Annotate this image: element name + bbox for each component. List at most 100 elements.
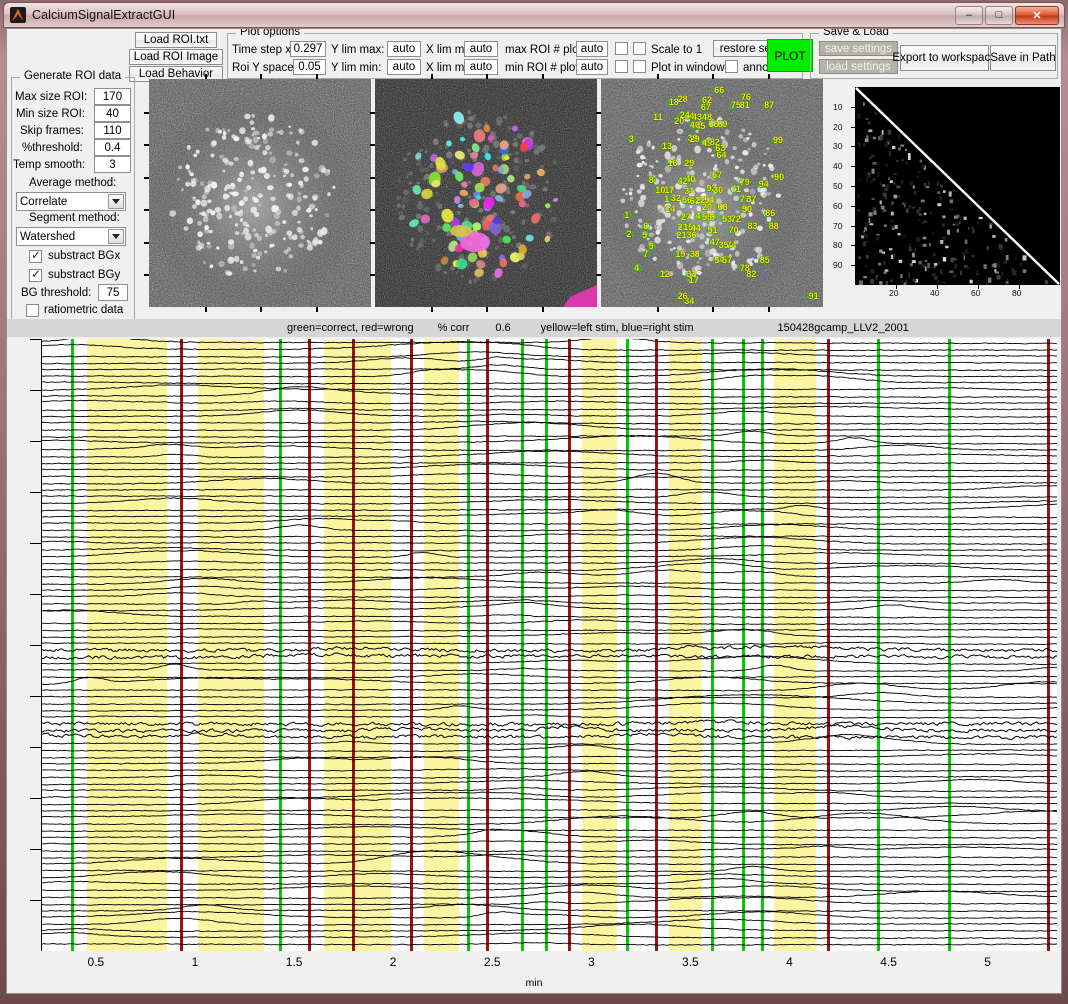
pct-threshold-label: %threshold: — [22, 142, 83, 154]
correlation-x-tickmark — [1019, 285, 1020, 289]
correlation-matrix-image[interactable] — [855, 87, 1060, 288]
skip-frames-input[interactable] — [94, 122, 131, 139]
roi-traces — [42, 339, 1057, 951]
image-y-tickmark — [144, 209, 149, 211]
roi-label: 70 — [728, 225, 739, 236]
trace-axes[interactable] — [41, 339, 1057, 951]
temp-smooth-label: Temp smooth: — [13, 159, 86, 171]
image-y-tickmark — [370, 274, 375, 276]
y-lim-max-input[interactable] — [387, 41, 421, 57]
close-button[interactable]: ✕ — [1015, 5, 1059, 25]
average-method-dropdown[interactable]: Correlate — [16, 192, 126, 211]
correlation-y-tick: 10 — [833, 102, 843, 112]
trace-y-tickmark — [30, 747, 41, 749]
plot-in-window-checkbox[interactable] — [633, 60, 646, 73]
segmented-roi-image[interactable] — [375, 79, 597, 307]
x-tick-label: 0.5 — [87, 955, 105, 969]
time-step-x-input[interactable] — [290, 41, 326, 57]
image-y-tickmark — [144, 274, 149, 276]
roi-y-space-input[interactable] — [293, 59, 326, 75]
ratiometric-data-checkbox[interactable] — [26, 304, 39, 317]
roi-label: 83 — [747, 220, 758, 231]
plot-button[interactable]: PLOT — [767, 39, 813, 72]
substract-bgy-checkbox[interactable] — [29, 267, 42, 282]
image-x-tickmark — [316, 74, 318, 79]
bg-threshold-input[interactable] — [98, 284, 128, 301]
save-settings-button[interactable]: save settings — [819, 41, 898, 56]
image-x-tickmark — [712, 307, 714, 312]
chevron-down-icon — [108, 194, 124, 209]
roi-label: 18 — [668, 97, 679, 108]
min-size-roi-input[interactable] — [94, 105, 131, 122]
correlation-y-tickmark — [851, 107, 855, 108]
roi-label: 28 — [677, 93, 688, 104]
x-tick-label: 4.5 — [880, 955, 897, 969]
image-x-tickmark — [316, 307, 318, 312]
image-x-tickmark — [431, 307, 433, 312]
min-roi-plot-checkbox[interactable] — [615, 60, 628, 73]
x-tick-label: 4 — [786, 955, 793, 969]
roi-label: 34 — [684, 295, 695, 306]
roi-label: 42 — [677, 176, 688, 187]
max-roi-plot-checkbox[interactable] — [615, 42, 628, 55]
mean-projection-image[interactable] — [149, 79, 371, 307]
bg-threshold-label: BG threshold: — [21, 287, 92, 299]
correlation-y-tickmark — [851, 226, 855, 227]
image-x-tickmark — [768, 307, 770, 312]
export-to-workspace-button[interactable]: Export to workspace — [892, 45, 997, 71]
generate-roi-title: Generate ROI data — [20, 70, 126, 82]
roi-label: 51 — [707, 225, 718, 236]
x-axis-title: min — [525, 977, 543, 989]
scale-to-1-checkbox[interactable] — [633, 42, 646, 55]
numbered-roi-image[interactable]: 66 76 28 18 62 75 81 87 67 11 44 43 48 20 24 46 45 58 69 39… — [601, 79, 823, 307]
trace-y-tickmark — [30, 695, 41, 697]
average-method-value: Correlate — [20, 195, 68, 208]
image-x-tickmark — [205, 307, 207, 312]
load-roi-txt-button[interactable]: Load ROI.txt — [135, 32, 217, 48]
load-roi-image-button[interactable]: Load ROI Image — [129, 49, 223, 65]
image-y-tickmark — [370, 242, 375, 244]
trace-y-tickmark — [30, 339, 41, 340]
image-x-tickmark — [486, 307, 488, 312]
max-size-roi-input[interactable] — [94, 88, 131, 105]
roi-label: 36 — [686, 230, 697, 241]
roi-label: 88 — [768, 220, 779, 231]
roi-label: 68 — [717, 202, 728, 213]
annotate-checkbox[interactable] — [725, 60, 738, 73]
roi-label: 35 — [718, 240, 729, 251]
roi-label: 2 — [626, 228, 632, 239]
y-lim-min-input[interactable] — [387, 59, 421, 75]
correlation-y-tick: 20 — [833, 122, 843, 132]
roi-label: 66 — [714, 84, 725, 95]
min-roi-plot-input[interactable] — [576, 59, 608, 75]
minimize-button[interactable]: – — [955, 5, 983, 25]
segment-method-dropdown[interactable]: Watershed — [16, 227, 126, 246]
application-window: CalciumSignalExtractGUI – □ ✕ Load ROI.t… — [0, 0, 1068, 1004]
image-y-tickmark — [144, 242, 149, 244]
load-settings-button[interactable]: load settings — [819, 59, 898, 74]
image-y-tickmark — [596, 144, 601, 146]
image-y-tickmark — [370, 112, 375, 114]
matlab-logo-icon — [10, 7, 26, 23]
substract-bgx-checkbox[interactable] — [29, 248, 42, 263]
roi-label: 6 — [709, 212, 715, 223]
roi-label: 29 — [684, 158, 695, 169]
max-roi-plot-input[interactable] — [576, 41, 608, 57]
x-lim-min-input[interactable] — [464, 59, 498, 75]
scale-to-1-label: Scale to 1 — [651, 44, 703, 56]
temp-smooth-input[interactable] — [94, 156, 131, 173]
save-in-path-button[interactable]: Save in Path — [990, 45, 1056, 71]
trace-y-tickmark — [30, 645, 41, 646]
image-x-tickmark — [657, 74, 659, 79]
x-lim-max-input[interactable] — [464, 41, 498, 57]
roi-label: 21 — [676, 230, 687, 241]
image-y-tickmark — [144, 177, 149, 179]
correlation-y-tickmark — [851, 146, 855, 147]
maximize-button[interactable]: □ — [985, 5, 1013, 25]
roi-label: 9 — [648, 241, 654, 252]
max-roi-plot-label: max ROI # plot: — [505, 44, 585, 56]
image-x-tickmark — [542, 74, 544, 79]
pct-threshold-input[interactable] — [94, 139, 131, 156]
client-area: Load ROI.txt Load ROI Image Load Behavio… — [6, 28, 1062, 994]
correlation-y-tickmark — [851, 265, 855, 266]
